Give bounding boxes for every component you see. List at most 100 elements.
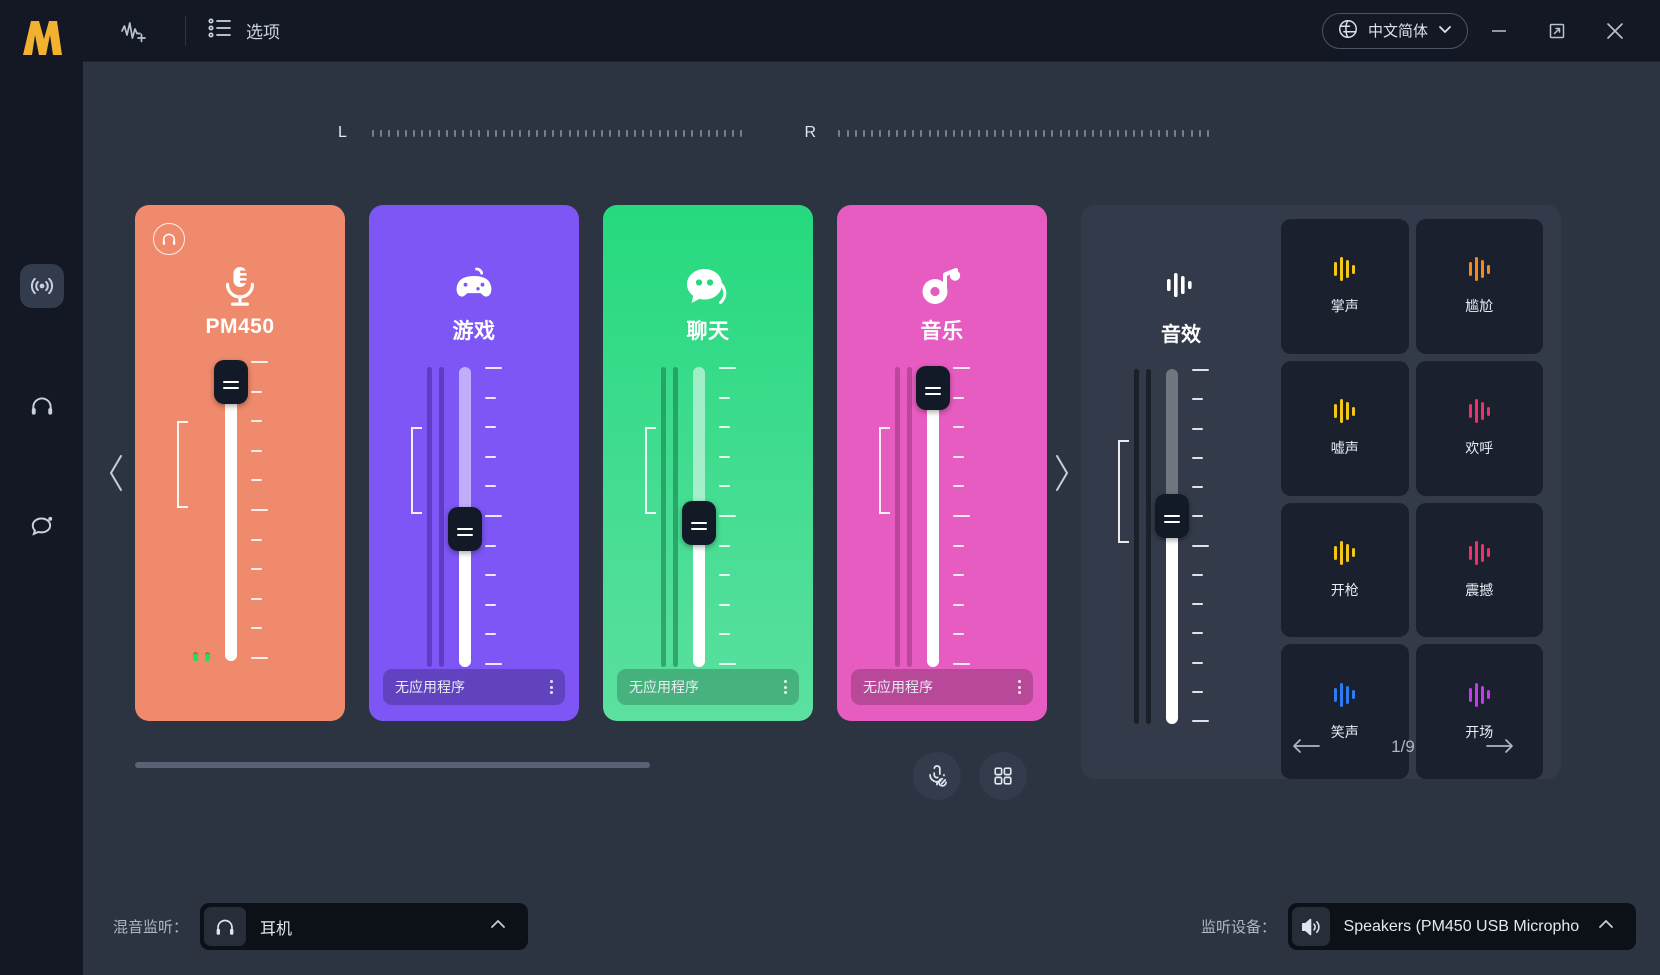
meter-dot bbox=[576, 129, 579, 137]
meter-dot bbox=[527, 129, 530, 137]
meter-dot bbox=[1010, 129, 1013, 137]
sidebar-item-chat[interactable] bbox=[20, 504, 64, 548]
waveform-icon bbox=[1334, 398, 1356, 424]
channel-fader[interactable] bbox=[643, 367, 773, 667]
app-selector-label: 无应用程序 bbox=[863, 679, 933, 695]
fader-tick bbox=[953, 456, 964, 458]
title-bar: 选项 中文简体 bbox=[83, 0, 1660, 62]
bottom-tool-buttons bbox=[913, 752, 1027, 800]
meter-dot bbox=[1051, 129, 1054, 137]
fader-tick bbox=[1192, 662, 1203, 664]
meter-dot bbox=[470, 129, 473, 137]
channels-next-button[interactable] bbox=[1051, 450, 1073, 504]
meter-dot bbox=[887, 129, 890, 137]
fader-tick bbox=[953, 574, 964, 576]
app-selector[interactable]: 无应用程序 bbox=[851, 669, 1033, 705]
language-selector[interactable]: 中文简体 bbox=[1321, 12, 1468, 49]
fader-knob[interactable] bbox=[916, 366, 950, 410]
fader-tick bbox=[719, 633, 730, 635]
fader-tick bbox=[719, 456, 730, 458]
meter-dot bbox=[429, 129, 432, 137]
meter-dot bbox=[396, 129, 399, 137]
channel-fader[interactable] bbox=[877, 366, 1007, 667]
more-options-icon[interactable] bbox=[1018, 680, 1021, 694]
more-options-icon[interactable] bbox=[550, 680, 553, 694]
sound-effect-button[interactable]: 开枪 bbox=[1281, 502, 1409, 638]
channels-scrollbar-thumb[interactable] bbox=[135, 762, 650, 768]
fader-tick bbox=[485, 604, 496, 606]
left-rail bbox=[0, 0, 83, 975]
sound-effect-button[interactable]: 掌声 bbox=[1281, 219, 1409, 354]
sidebar-item-mixer[interactable] bbox=[19, 264, 64, 308]
effects-page-label: 1/9 bbox=[1391, 737, 1415, 756]
fader-knob[interactable] bbox=[214, 360, 248, 404]
waveform-plus-icon[interactable] bbox=[111, 11, 157, 51]
arrow-left-icon[interactable] bbox=[1291, 734, 1321, 760]
fader-tick bbox=[251, 539, 262, 541]
chevron-up-icon[interactable] bbox=[1580, 914, 1632, 939]
fader-tick bbox=[1192, 691, 1203, 693]
channel-fader[interactable] bbox=[409, 367, 539, 667]
app-selector[interactable]: 无应用程序 bbox=[383, 669, 565, 705]
channel-strip: 音乐 无应用程序 bbox=[837, 205, 1047, 721]
volume-fader[interactable] bbox=[1155, 369, 1189, 724]
fader-tick bbox=[719, 604, 730, 606]
monitor-device-selector[interactable]: Speakers (PM450 USB Micropho... bbox=[1288, 903, 1636, 950]
chevron-up-icon[interactable] bbox=[472, 914, 524, 939]
meter-dot bbox=[511, 129, 514, 137]
fader-tick bbox=[953, 633, 964, 635]
volume-fader[interactable] bbox=[682, 367, 716, 667]
fader-knob[interactable] bbox=[448, 507, 482, 551]
fader-tick bbox=[719, 485, 730, 487]
fader-knob[interactable] bbox=[1155, 494, 1189, 538]
meter-dot bbox=[1133, 129, 1136, 137]
list-options-icon bbox=[208, 17, 234, 44]
options-button[interactable]: 选项 bbox=[208, 17, 280, 44]
fader-tick bbox=[251, 657, 268, 659]
effects-volume-fader[interactable] bbox=[1116, 369, 1246, 724]
fader-tick bbox=[953, 397, 964, 399]
fader-tick bbox=[1192, 574, 1203, 576]
gain-range-bracket bbox=[645, 427, 656, 514]
sidebar-item-monitor[interactable] bbox=[20, 384, 64, 428]
volume-fader[interactable] bbox=[448, 367, 482, 667]
channel-strip: 聊天 无应用程序 bbox=[603, 205, 813, 721]
channels-prev-button[interactable] bbox=[105, 450, 127, 504]
headphones-circle-icon[interactable] bbox=[153, 223, 185, 255]
fader-fill bbox=[225, 370, 237, 661]
fader-tick bbox=[1192, 369, 1209, 371]
fader-tick bbox=[485, 574, 496, 576]
volume-fader[interactable] bbox=[214, 360, 248, 661]
fader-tick bbox=[1192, 398, 1203, 400]
minimize-button[interactable] bbox=[1472, 9, 1526, 53]
maximize-button[interactable] bbox=[1530, 9, 1584, 53]
arrow-right-icon[interactable] bbox=[1485, 734, 1515, 760]
sound-effect-button[interactable]: 震撼 bbox=[1415, 502, 1543, 638]
effects-master: 音效 bbox=[1081, 205, 1281, 779]
fader-tick bbox=[953, 545, 964, 547]
meter-dot bbox=[903, 129, 906, 137]
fader-knob[interactable] bbox=[682, 501, 716, 545]
close-button[interactable] bbox=[1588, 9, 1642, 53]
meter-dot bbox=[380, 129, 383, 137]
meter-dot bbox=[1075, 129, 1078, 137]
sound-effect-button[interactable]: 尴尬 bbox=[1415, 219, 1543, 354]
volume-fader[interactable] bbox=[916, 366, 950, 667]
sound-effect-button[interactable]: 嘘声 bbox=[1281, 360, 1409, 496]
monitor-mix-selector[interactable]: 耳机 bbox=[200, 903, 529, 950]
fader-tick bbox=[953, 663, 970, 665]
fader-tick bbox=[953, 604, 964, 606]
meter-dot bbox=[961, 129, 964, 137]
speaker-icon bbox=[1292, 907, 1330, 946]
right-meter: R bbox=[804, 124, 1209, 142]
app-selector[interactable]: 无应用程序 bbox=[617, 669, 799, 705]
vu-peak-indicator bbox=[205, 654, 210, 661]
grid-icon[interactable] bbox=[979, 752, 1027, 800]
sound-effect-button[interactable]: 欢呼 bbox=[1415, 360, 1543, 496]
meter-dot bbox=[1174, 129, 1177, 137]
more-options-icon[interactable] bbox=[784, 680, 787, 694]
meter-dot bbox=[1108, 129, 1111, 137]
mic-off-icon[interactable] bbox=[913, 752, 961, 800]
channel-fader[interactable] bbox=[175, 360, 305, 661]
fader-tick bbox=[1192, 428, 1203, 430]
